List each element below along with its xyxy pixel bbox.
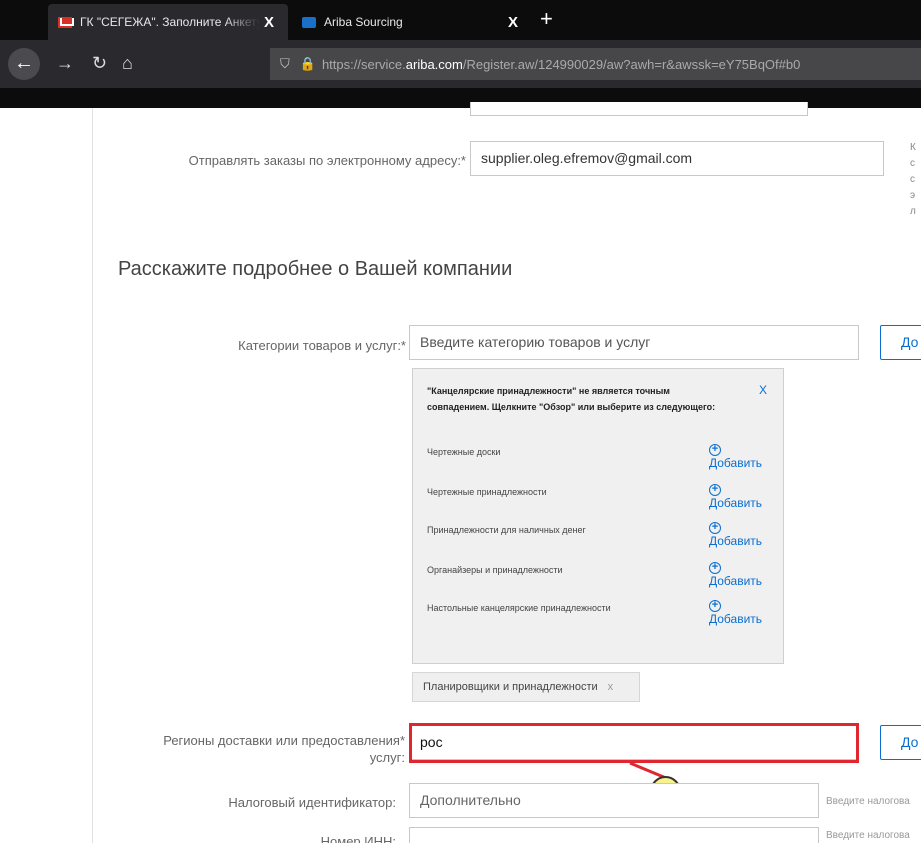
tax-id-field[interactable]: Дополнительно [409, 783, 819, 818]
tax-id-label: Налоговый идентификатор: [228, 795, 396, 810]
callout-line [629, 761, 667, 780]
tax-id-hint: Введите налогова [826, 796, 910, 807]
inn-field[interactable] [409, 827, 819, 843]
inn-hint: Введите налогова [826, 830, 910, 841]
inn-label: Номер ИНН: [320, 834, 396, 843]
